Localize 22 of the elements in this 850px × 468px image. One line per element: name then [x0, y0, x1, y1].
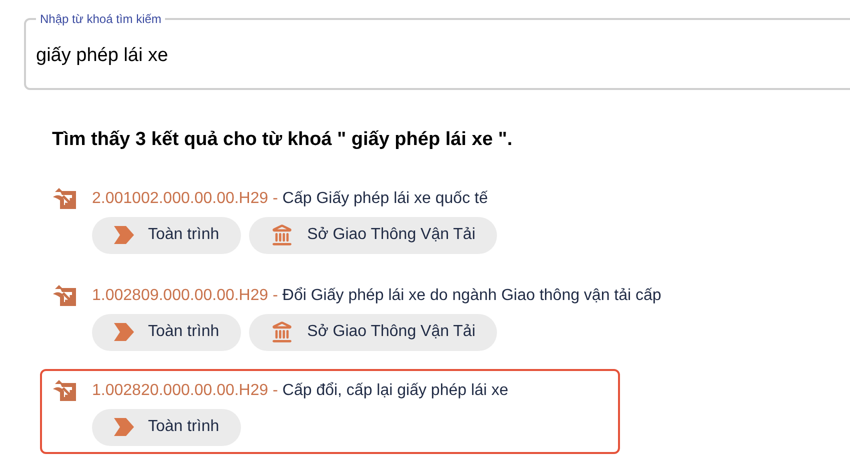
procedure-title[interactable]: 1.002809.000.00.00.H29 - Đổi Giấy phép lái xe do ngành Giao thông vận tải cấp	[92, 284, 662, 308]
field-value: giấy phép lái xe	[36, 45, 168, 66]
document-arrow-icon	[52, 378, 78, 402]
tag-label: Sở Giao Thông Vận Tải	[307, 225, 476, 245]
result-item[interactable]: 2.001002.000.00.00.H29 - Cấp Giấy phép lái xe quốc tế Toàn trình Sở Giao Thông Vận Tải	[40, 184, 820, 256]
document-arrow-icon	[52, 186, 78, 210]
tag-label: Sở Giao Thông Vận Tải	[307, 322, 476, 342]
chevron-icon	[114, 226, 134, 244]
result-item[interactable]: 1.002809.000.00.00.H29 - Đổi Giấy phép lái xe do ngành Giao thông vận tải cấp Toàn trình Sở Giao Thông Vận Tải	[40, 282, 820, 352]
document-arrow-icon	[52, 284, 78, 308]
results-summary: Tìm thấy 3 kết quả cho từ khoá " giấy phép lái xe ".	[52, 128, 514, 152]
government-building-icon	[271, 224, 294, 246]
chevron-icon	[114, 323, 134, 341]
government-building-icon	[271, 321, 294, 343]
procedure-title[interactable]: 1.002820.000.00.00.H29 - Cấp đổi, cấp lại giấy phép lái xe	[92, 378, 508, 402]
tag-label: Toàn trình	[148, 225, 220, 245]
field-label: Nhập từ khoá tìm kiếm	[39, 11, 162, 28]
tag-label: Toàn trình	[148, 322, 220, 342]
highlighted-result[interactable]: 1.002820.000.00.00.H29 - Cấp đổi, cấp lại giấy phép lái xe Toàn trình	[40, 368, 620, 454]
procedure-title[interactable]: 2.001002.000.00.00.H29 - Cấp Giấy phép lái xe quốc tế	[92, 186, 488, 210]
tag-label: Toàn trình	[148, 417, 220, 437]
chevron-icon	[114, 418, 134, 436]
